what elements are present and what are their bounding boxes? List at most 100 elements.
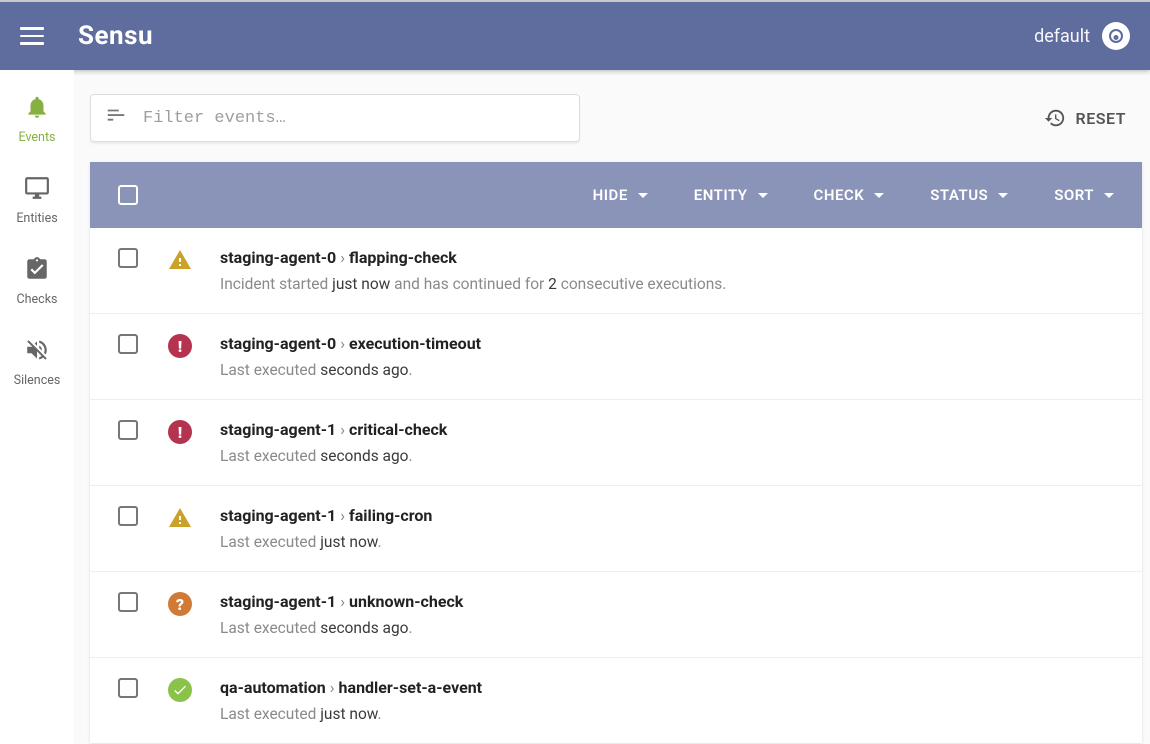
event-subtitle: Last executed seconds ago. (220, 619, 1114, 637)
sub-emph: just now (332, 275, 390, 293)
sub-prefix: Last executed (220, 619, 320, 637)
volume-off-icon (24, 337, 50, 367)
table-header: HIDE ENTITY CHECK STATUS SORT (90, 162, 1142, 228)
restore-icon (1044, 107, 1066, 129)
events-table: HIDE ENTITY CHECK STATUS SORT staging-ag… (90, 162, 1142, 743)
namespace-label[interactable]: default (1034, 26, 1090, 47)
sidebar-item-entities[interactable]: Entities (16, 175, 57, 226)
main-content: RESET HIDE ENTITY CHECK STATUS SORT stag… (74, 70, 1150, 744)
sub-suffix: consecutive executions. (557, 275, 727, 293)
reset-button[interactable]: RESET (1040, 99, 1130, 137)
check-name: flapping-check (349, 248, 457, 267)
event-subtitle: Last executed seconds ago. (220, 447, 1114, 465)
reset-label: RESET (1076, 109, 1126, 128)
row-checkbox[interactable] (118, 334, 138, 354)
sub-emph: seconds ago (320, 447, 408, 465)
sub-prefix: Incident started (220, 275, 332, 293)
chevron-down-icon (758, 193, 768, 198)
sub-emph: just now (320, 705, 377, 723)
sidebar-item-silences[interactable]: Silences (14, 337, 61, 388)
entity-name: staging-agent-1 (220, 506, 336, 525)
warning-triangle-icon (168, 506, 192, 530)
sidebar: Events Entities Checks Silences (0, 70, 74, 744)
sub-suffix: . (409, 619, 413, 637)
row-checkbox[interactable] (118, 592, 138, 612)
chevron-down-icon (874, 193, 884, 198)
entity-name: staging-agent-1 (220, 592, 336, 611)
sidebar-item-label: Silences (14, 373, 61, 388)
column-label: HIDE (593, 186, 628, 204)
column-label: CHECK (814, 186, 865, 204)
sub-prefix: Last executed (220, 447, 320, 465)
row-checkbox[interactable] (118, 248, 138, 268)
sub-prefix: Last executed (220, 361, 320, 379)
event-title: staging-agent-1›unknown-check (220, 592, 1114, 611)
sub-prefix: Last executed (220, 705, 320, 723)
event-title: staging-agent-0›execution-timeout (220, 334, 1114, 353)
search-input[interactable] (143, 109, 565, 128)
filter-icon (105, 105, 127, 131)
sub-suffix: . (378, 533, 382, 551)
sidebar-item-events[interactable]: Events (19, 94, 56, 145)
chevron-down-icon (998, 193, 1008, 198)
clipboard-check-icon (24, 256, 50, 286)
event-subtitle: Incident started just now and has contin… (220, 275, 1114, 293)
chevron-down-icon (1104, 193, 1114, 198)
sub-suffix: . (409, 361, 413, 379)
entity-name: staging-agent-0 (220, 248, 336, 267)
table-row[interactable]: ? staging-agent-1›unknown-check Last execu… (90, 572, 1142, 658)
event-title: staging-agent-0›flapping-check (220, 248, 1114, 267)
app-header: Sensu default (0, 2, 1150, 70)
unknown-circle-icon: ? (168, 592, 192, 616)
event-title: qa-automation›handler-set-a-event (220, 678, 1114, 697)
user-avatar[interactable] (1102, 22, 1130, 50)
sub-suffix: . (378, 705, 382, 723)
sub-prefix: Last executed (220, 533, 320, 551)
desktop-icon (24, 175, 50, 205)
search-box[interactable] (90, 94, 580, 142)
ok-check-circle-icon (168, 678, 192, 702)
column-check[interactable]: CHECK (814, 186, 885, 204)
sidebar-item-checks[interactable]: Checks (17, 256, 58, 307)
row-checkbox[interactable] (118, 506, 138, 526)
table-row[interactable]: ! staging-agent-0›execution-timeout Last e… (90, 314, 1142, 400)
entity-name: staging-agent-1 (220, 420, 336, 439)
chevron-down-icon (638, 193, 648, 198)
sub-emph: just now (320, 533, 377, 551)
column-entity[interactable]: ENTITY (694, 186, 768, 204)
row-checkbox[interactable] (118, 678, 138, 698)
sub-emph: seconds ago (320, 619, 408, 637)
sub-emph: seconds ago (320, 361, 408, 379)
row-content: qa-automation›handler-set-a-event Last ex… (220, 678, 1114, 723)
check-name: critical-check (349, 420, 447, 439)
sidebar-item-label: Events (19, 130, 56, 145)
critical-circle-icon: ! (168, 334, 192, 358)
table-row[interactable]: staging-agent-1›failing-cron Last execute… (90, 486, 1142, 572)
column-status[interactable]: STATUS (930, 186, 1008, 204)
table-row[interactable]: qa-automation›handler-set-a-event Last ex… (90, 658, 1142, 743)
table-row[interactable]: staging-agent-0›flapping-check Incident s… (90, 228, 1142, 314)
sidebar-item-label: Checks (17, 292, 58, 307)
event-title: staging-agent-1›failing-cron (220, 506, 1114, 525)
check-name: unknown-check (349, 592, 463, 611)
check-name: failing-cron (349, 506, 432, 525)
critical-circle-icon: ! (168, 420, 192, 444)
select-all-checkbox[interactable] (118, 185, 138, 205)
check-name: handler-set-a-event (339, 678, 483, 697)
toolbar: RESET (90, 94, 1142, 142)
check-name: execution-timeout (349, 334, 481, 353)
row-checkbox[interactable] (118, 420, 138, 440)
brand-logo: Sensu (78, 21, 153, 51)
row-content: staging-agent-0›execution-timeout Last ex… (220, 334, 1114, 379)
sidebar-item-label: Entities (16, 211, 57, 226)
warning-triangle-icon (168, 248, 192, 272)
row-content: staging-agent-0›flapping-check Incident s… (220, 248, 1114, 293)
column-label: ENTITY (694, 186, 748, 204)
column-sort[interactable]: SORT (1054, 186, 1114, 204)
sub-suffix: . (409, 447, 413, 465)
column-hide[interactable]: HIDE (593, 186, 648, 204)
column-label: SORT (1054, 186, 1094, 204)
row-content: staging-agent-1›critical-checkLast execu… (220, 420, 1114, 465)
menu-icon[interactable] (20, 24, 44, 48)
table-row[interactable]: ! staging-agent-1›critical-checkLast exec… (90, 400, 1142, 486)
